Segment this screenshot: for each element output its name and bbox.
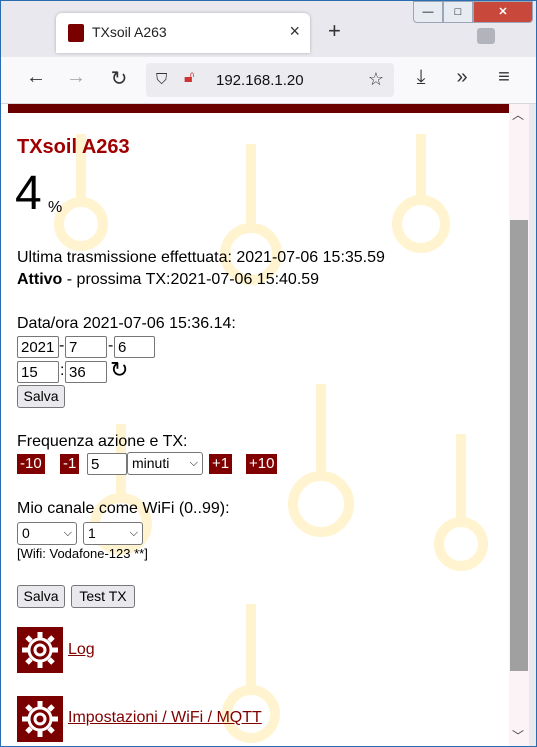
date-separator: -	[108, 337, 114, 354]
url-bar[interactable]: ⛉ 🔓︎ 192.168.1.20 ☆	[146, 63, 394, 97]
channel-b-value: 1	[88, 525, 96, 541]
chevron-down-icon: ⌵	[63, 527, 72, 539]
time-separator: :	[60, 362, 65, 379]
year-input[interactable]	[17, 336, 59, 358]
vertical-scrollbar[interactable]: ︿ ﹀	[509, 104, 529, 746]
plus-10-button[interactable]: +10	[246, 454, 278, 474]
navigation-bar: ← → ↻ ⛉ 🔓︎ 192.168.1.20 ☆ ⤓ » ≡	[1, 57, 536, 104]
channel-select-a[interactable]: 0 ⌵	[17, 522, 77, 545]
status-line: Attivo - prossima TX:2021-07-06 15:40.59	[17, 271, 319, 289]
channel-a-value: 0	[22, 525, 30, 541]
channel-select-b[interactable]: 1 ⌵	[83, 522, 143, 545]
frequency-unit-value: minuti	[132, 455, 170, 471]
save-datetime-button[interactable]: Salva	[17, 385, 65, 408]
menu-icon[interactable]: ≡	[491, 66, 517, 89]
forward-icon[interactable]: →	[63, 66, 89, 89]
plus-1-button[interactable]: +1	[209, 454, 233, 474]
lock-icon[interactable]: 🔓︎	[184, 69, 194, 87]
minute-input[interactable]	[65, 361, 107, 383]
frequency-input[interactable]	[87, 453, 127, 475]
status-label: Attivo	[17, 271, 63, 288]
tab-active[interactable]: TXsoil A263 ×	[56, 13, 310, 53]
reload-icon[interactable]: ↻	[106, 66, 132, 91]
gear-icon	[22, 701, 58, 737]
wifi-info: [Wifi: Vodafone-123 **]	[17, 546, 148, 561]
tab-title: TXsoil A263	[92, 24, 167, 40]
day-input[interactable]	[114, 336, 155, 358]
download-icon[interactable]: ⤓	[408, 66, 434, 89]
moisture-value: 4	[15, 167, 42, 220]
title-bar: TXsoil A263 × + — □ ✕	[1, 1, 536, 57]
thermometer-icon	[68, 24, 84, 42]
page-content: TXsoil A263 4 % Ultima trasmissione effe…	[1, 104, 509, 746]
scroll-down-icon[interactable]: ﹀	[512, 727, 524, 744]
chevron-down-icon: ⌵	[189, 457, 198, 469]
shield-icon[interactable]: ⛉	[156, 71, 167, 88]
gear-icon[interactable]	[17, 696, 63, 742]
minus-1-button[interactable]: -1	[60, 454, 80, 474]
channel-label: Mio canale come WiFi (0..99):	[17, 500, 230, 517]
last-tx-line: Ultima trasmissione effettuata: 2021-07-…	[17, 249, 385, 266]
save-channel-button[interactable]: Salva	[17, 585, 65, 608]
new-tab-button[interactable]: +	[328, 18, 341, 44]
url-text[interactable]: 192.168.1.20	[216, 72, 304, 89]
date-separator: -	[59, 337, 65, 354]
tab-list-icon[interactable]	[477, 28, 495, 44]
scroll-up-icon[interactable]: ︿	[512, 106, 524, 123]
next-tx-text: - prossima TX:2021-07-06 15:40.59	[62, 271, 320, 288]
maximize-button[interactable]: □	[443, 1, 473, 23]
browser-window: TXsoil A263 × + — □ ✕ ← → ↻ ⛉ 🔓︎ 192.168…	[0, 0, 537, 747]
chevron-down-icon: ⌵	[129, 527, 138, 539]
back-icon[interactable]: ←	[23, 66, 49, 89]
month-input[interactable]	[65, 336, 107, 358]
gear-icon	[22, 632, 58, 668]
log-link[interactable]: Log	[68, 641, 95, 659]
gear-icon[interactable]	[17, 627, 63, 673]
hour-input[interactable]	[17, 361, 59, 383]
test-tx-button[interactable]: Test TX	[71, 585, 135, 608]
scrollbar-thumb[interactable]	[510, 220, 528, 671]
header-bar	[8, 104, 509, 113]
tab-close-button[interactable]: ×	[289, 21, 300, 42]
settings-link[interactable]: Impostazioni / WiFi / MQTT	[68, 709, 262, 727]
datetime-label: Data/ora 2021-07-06 15:36.14:	[17, 315, 236, 332]
minimize-button[interactable]: —	[413, 1, 443, 23]
minus-10-button[interactable]: -10	[17, 454, 45, 474]
frequency-unit-select[interactable]: minuti ⌵	[127, 452, 203, 475]
refresh-icon[interactable]: ↻	[110, 357, 128, 383]
star-icon[interactable]: ☆	[368, 69, 384, 90]
device-title: TXsoil A263	[17, 136, 130, 158]
close-window-button[interactable]: ✕	[473, 1, 533, 23]
moisture-unit: %	[48, 199, 63, 216]
frequency-label: Frequenza azione e TX:	[17, 433, 188, 450]
overflow-icon[interactable]: »	[449, 66, 475, 89]
